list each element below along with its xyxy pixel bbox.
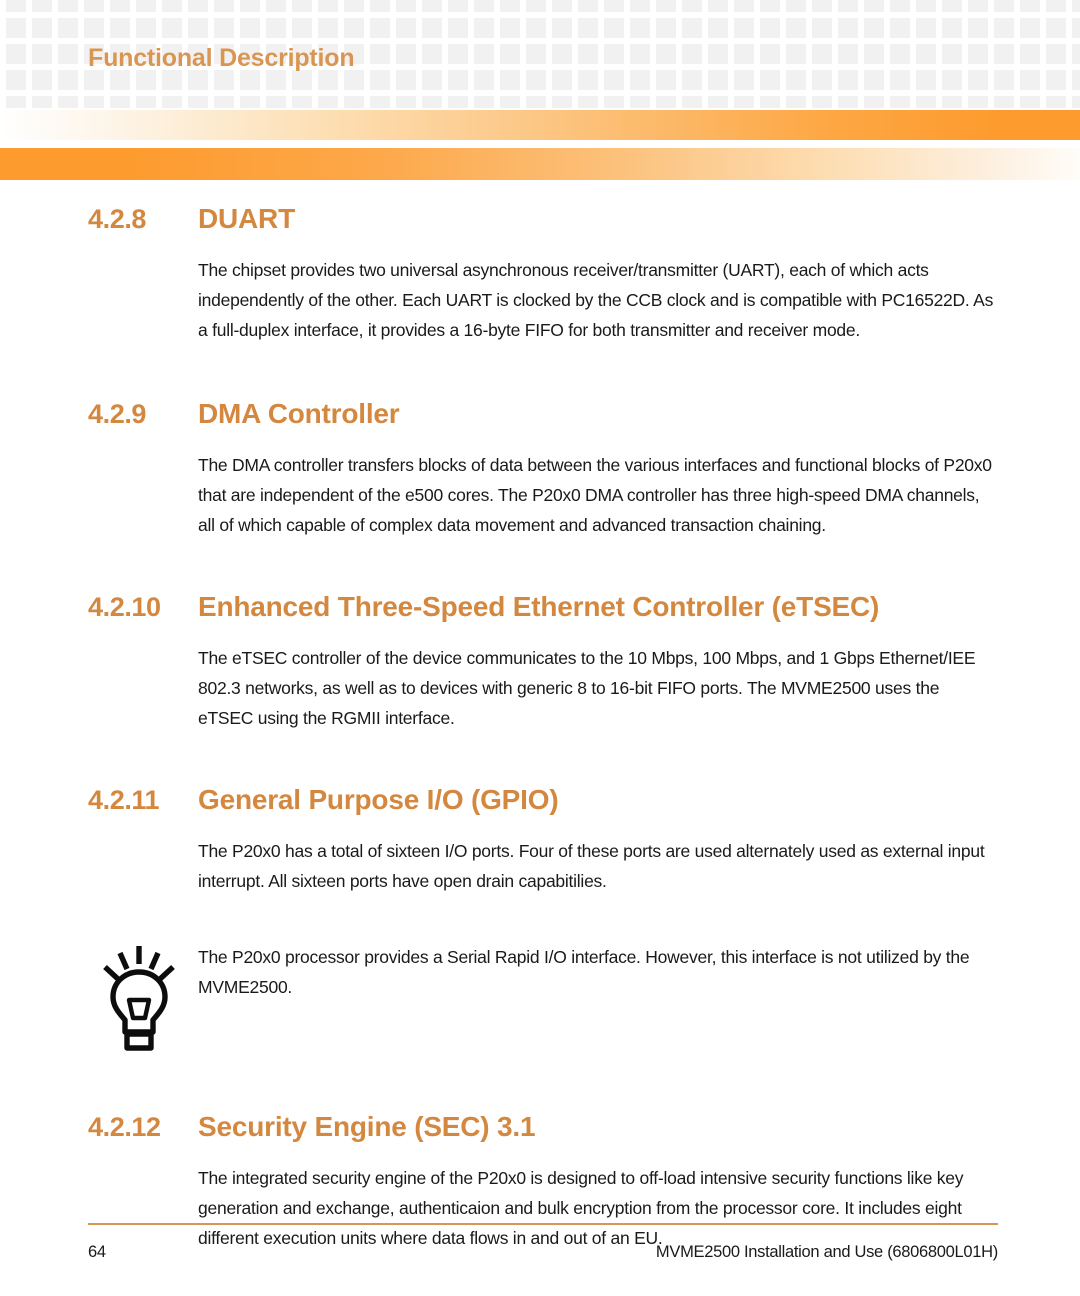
section-number: 4.2.10 (88, 592, 161, 622)
footer-divider (88, 1223, 998, 1225)
section-number: 4.2.12 (88, 1112, 161, 1142)
section-title: Enhanced Three-Speed Ethernet Controller… (198, 591, 880, 622)
header-rule-bottom (0, 148, 1080, 180)
section-gpio: 4.2.11 General Purpose I/O (GPIO) The P2… (0, 784, 1080, 896)
section-number: 4.2.11 (88, 785, 160, 815)
header-rule-top (0, 110, 1080, 140)
section-number: 4.2.9 (88, 399, 147, 429)
page-header-title: Functional Description (88, 44, 355, 72)
section-body-duart: The chipset provides two universal async… (198, 260, 994, 340)
section-dma-controller: 4.2.9 DMA Controller The DMA controller … (0, 398, 1080, 540)
section-title: DUART (198, 203, 295, 234)
section-body-gpio: The P20x0 has a total of sixteen I/O por… (198, 841, 985, 891)
section-title: General Purpose I/O (GPIO) (198, 784, 559, 815)
page-content: 4.2.8 DUART The chipset provides two uni… (0, 180, 1080, 1253)
section-heading-etsec: 4.2.10 Enhanced Three-Speed Ethernet Con… (0, 591, 1080, 623)
section-etsec: 4.2.10 Enhanced Three-Speed Ethernet Con… (0, 591, 1080, 733)
section-number: 4.2.8 (88, 204, 147, 234)
tip-note-block: The P20x0 processor provides a Serial Ra… (0, 942, 1080, 1052)
lightbulb-tip-icon (100, 944, 178, 1052)
footer-document-title: MVME2500 Installation and Use (6806800L0… (655, 1243, 998, 1261)
section-heading-gpio: 4.2.11 General Purpose I/O (GPIO) (0, 784, 1080, 816)
section-body-dma-controller: The DMA controller transfers blocks of d… (198, 455, 992, 535)
footer-page-number: 64 (88, 1243, 106, 1261)
section-title: Security Engine (SEC) 3.1 (198, 1111, 536, 1142)
section-heading-duart: 4.2.8 DUART (0, 203, 1080, 235)
section-body-etsec: The eTSEC controller of the device commu… (198, 648, 976, 728)
section-heading-dma-controller: 4.2.9 DMA Controller (0, 398, 1080, 430)
section-heading-security-engine: 4.2.12 Security Engine (SEC) 3.1 (0, 1111, 1080, 1143)
page-header-band: Functional Description (0, 0, 1080, 108)
tip-note-text: The P20x0 processor provides a Serial Ra… (198, 947, 970, 997)
page-footer: 64 MVME2500 Installation and Use (680680… (88, 1223, 998, 1262)
section-duart: 4.2.8 DUART The chipset provides two uni… (0, 203, 1080, 345)
footer-row: 64 MVME2500 Installation and Use (680680… (88, 1243, 998, 1262)
section-title: DMA Controller (198, 398, 400, 429)
